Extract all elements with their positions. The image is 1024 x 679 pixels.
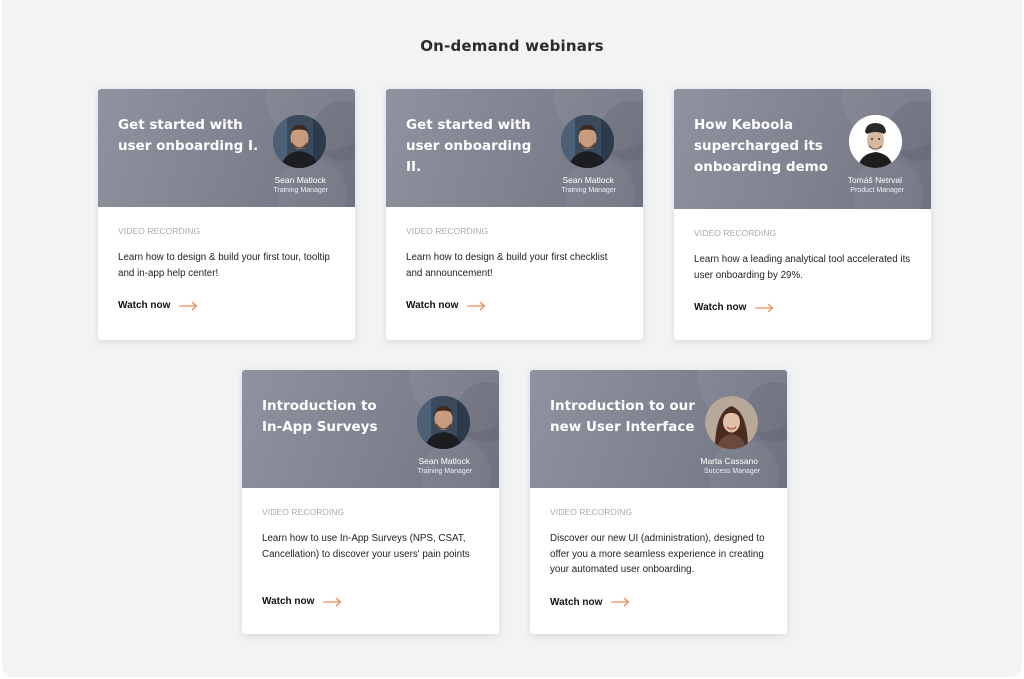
- webinar-card[interactable]: Introduction to our new User Interface M…: [530, 370, 787, 634]
- card-title: Introduction to In-App Surveys: [262, 398, 378, 435]
- card-header: Introduction to In-App Surveys Sean Matl…: [242, 370, 499, 488]
- arrow-right-icon: [467, 301, 486, 310]
- avatar: [273, 115, 326, 168]
- arrow-right-icon: [179, 301, 198, 310]
- watch-now-link[interactable]: Watch now: [550, 597, 767, 608]
- card-header: Get started with user onboarding I. Sean…: [98, 89, 355, 207]
- card-header: How Keboola supercharged its onboarding …: [674, 89, 931, 209]
- section-title: On-demand webinars: [420, 37, 604, 55]
- watch-now-link[interactable]: Watch now: [118, 300, 335, 311]
- arrow-right-icon: [323, 597, 342, 606]
- webinar-card[interactable]: Get started with user onboarding II. Sea…: [386, 89, 643, 340]
- arrow-right-icon: [611, 597, 630, 607]
- watch-now-label: Watch now: [118, 300, 171, 311]
- watch-now-label: Watch now: [262, 596, 315, 607]
- card-description: Learn how to use In-App Surveys (NPS, CS…: [262, 533, 470, 560]
- card-description: Learn how to design & build your first c…: [406, 252, 608, 279]
- webinar-card[interactable]: How Keboola supercharged its onboarding …: [674, 89, 931, 340]
- speaker-role: Product Manager: [850, 187, 904, 194]
- speaker-name: Marta Cassano: [700, 456, 758, 466]
- speaker-role: Training Manager: [417, 468, 472, 475]
- speaker-role: Training Manager: [273, 187, 328, 194]
- webinars-section: On-demand webinars Get started with user…: [2, 0, 1022, 677]
- speaker-role: Success Manager: [703, 468, 760, 475]
- watch-now-label: Watch now: [406, 300, 459, 311]
- card-title: Introduction to our new User Interface: [550, 398, 695, 435]
- avatar: [849, 115, 902, 168]
- card-header: Get started with user onboarding II. Sea…: [386, 89, 643, 207]
- card-label: VIDEO RECORDING: [550, 507, 633, 517]
- card-description: Discover our new UI (administration), de…: [550, 533, 765, 575]
- watch-now-link[interactable]: Watch now: [694, 302, 911, 313]
- card-label: VIDEO RECORDING: [406, 226, 489, 236]
- arrow-right-icon: [755, 303, 774, 312]
- card-title: How Keboola supercharged its onboarding …: [694, 117, 829, 175]
- webinar-card[interactable]: Introduction to In-App Surveys Sean Matl…: [242, 370, 499, 634]
- avatar: [561, 115, 614, 168]
- card-header: Introduction to our new User Interface M…: [530, 370, 787, 488]
- speaker-name: Sean Matlock: [562, 175, 615, 185]
- watch-now-link[interactable]: Watch now: [406, 300, 623, 311]
- watch-now-label: Watch now: [550, 596, 603, 608]
- speaker-name: Sean Matlock: [274, 175, 327, 185]
- card-title: Get started with user onboarding II.: [406, 117, 532, 175]
- card-label: VIDEO RECORDING: [262, 507, 345, 517]
- webinar-card[interactable]: Get started with user onboarding I. Sean…: [98, 89, 355, 340]
- avatar: [417, 396, 470, 449]
- speaker-name: Tomáš Netrval: [847, 175, 902, 185]
- speaker-name: Sean Matlock: [418, 456, 471, 466]
- card-description: Learn how to design & build your first t…: [118, 252, 330, 279]
- avatar: [705, 396, 758, 449]
- card-description: Learn how a leading analytical tool acce…: [694, 254, 911, 281]
- card-title: Get started with user onboarding I.: [118, 117, 259, 154]
- watch-now-label: Watch now: [694, 302, 747, 313]
- watch-now-link[interactable]: Watch now: [262, 596, 479, 607]
- speaker-role: Training Manager: [561, 187, 616, 194]
- card-label: VIDEO RECORDING: [118, 226, 201, 236]
- card-label: VIDEO RECORDING: [694, 228, 777, 238]
